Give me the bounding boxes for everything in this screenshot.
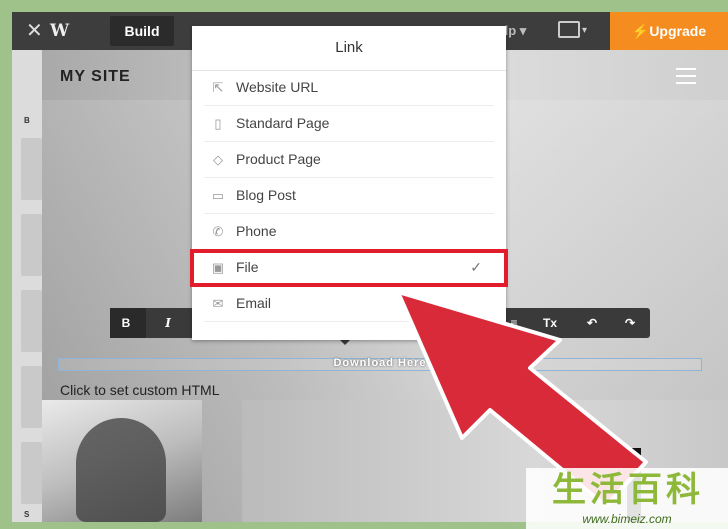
watermark-url: www.bimeiz.com — [582, 512, 672, 526]
watermark: 生活百科 www.bimeiz.com — [526, 468, 728, 529]
watermark-logo: 生活百科 — [552, 470, 704, 510]
pointer-arrow — [396, 290, 648, 508]
